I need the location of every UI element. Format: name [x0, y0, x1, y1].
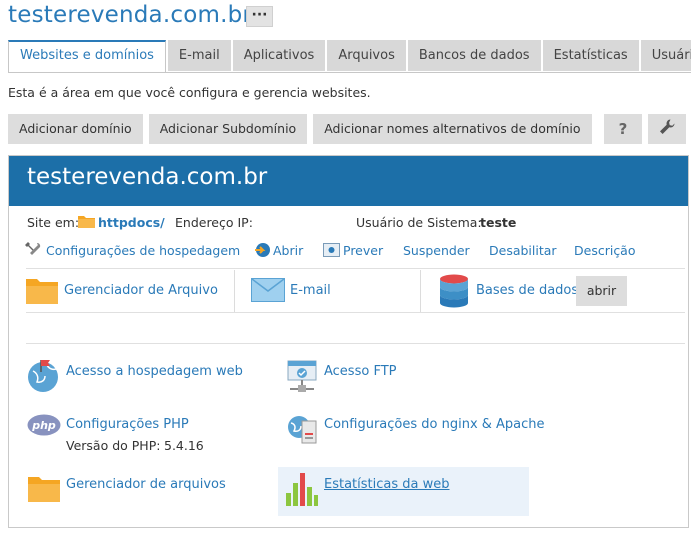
page-title: testerevenda.com.br — [8, 2, 253, 28]
nginx-apache-settings-link[interactable]: Configurações do nginx & Apache — [324, 417, 545, 432]
folder-icon — [78, 216, 95, 228]
database-icon — [440, 274, 468, 308]
tab-files[interactable]: Arquivos — [327, 40, 406, 71]
hosting-settings-link[interactable]: Configurações de hospedagem — [46, 243, 240, 258]
add-subdomain-button[interactable]: Adicionar Subdomínio — [148, 114, 308, 144]
web-hosting-globe-icon — [28, 360, 58, 392]
system-user-label: Usuário de Sistema: — [356, 215, 482, 230]
divider — [26, 312, 685, 313]
system-user-value: teste — [480, 215, 517, 230]
add-domain-aliases-button[interactable]: Adicionar nomes alternativos de domínio — [313, 114, 592, 144]
tab-email[interactable]: E-mail — [167, 40, 231, 71]
email-envelope-icon — [251, 278, 285, 302]
file-manager-link[interactable]: Gerenciador de Arquivo — [64, 283, 218, 298]
databases-link[interactable]: Bases de dados — [476, 283, 578, 298]
ip-label: Endereço IP: — [175, 215, 253, 230]
preview-icon — [323, 243, 340, 257]
divider — [26, 343, 685, 344]
suspend-link[interactable]: Suspender — [403, 243, 470, 258]
ftp-access-link[interactable]: Acesso FTP — [324, 364, 396, 379]
main-tabs: Websites e domínios E-mail Aplicativos A… — [8, 40, 691, 73]
tab-websites-domains[interactable]: Websites e domínios — [8, 40, 166, 73]
wrench-icon — [660, 119, 675, 134]
tab-users[interactable]: Usuários — [640, 40, 691, 71]
hosting-settings-icon — [25, 242, 41, 255]
php-version-value: 5.4.16 — [164, 438, 204, 453]
site-folder-link[interactable]: httpdocs/ — [98, 215, 165, 230]
tab-statistics[interactable]: Estatísticas — [542, 40, 639, 71]
description-link[interactable]: Descrição — [574, 243, 636, 258]
php-icon: php — [27, 414, 61, 436]
web-statistics-chart-icon — [286, 473, 318, 506]
area-description: Esta é a área em que você configura e ge… — [8, 85, 371, 100]
tab-databases[interactable]: Bancos de dados — [407, 40, 541, 71]
divider — [26, 268, 685, 269]
web-hosting-access-link[interactable]: Acesso a hospedagem web — [66, 364, 243, 379]
preview-link[interactable]: Prever — [343, 243, 383, 258]
php-settings-link[interactable]: Configurações PHP — [66, 417, 189, 432]
file-manager-link-2[interactable]: Gerenciador de arquivos — [66, 477, 226, 492]
tools-button[interactable] — [648, 114, 686, 144]
divider — [420, 270, 421, 312]
action-bar: Adicionar domínio Adicionar Subdomínio A… — [8, 114, 598, 144]
file-manager-folder-icon — [26, 279, 58, 304]
site-label: Site em: — [27, 215, 80, 230]
help-button[interactable]: ? — [604, 114, 642, 144]
ftp-access-icon — [287, 360, 317, 392]
nginx-apache-settings-icon — [288, 416, 317, 444]
open-icon — [255, 243, 270, 257]
add-domain-button[interactable]: Adicionar domínio — [8, 114, 143, 144]
open-databases-button[interactable]: abrir — [576, 276, 627, 306]
tabs-divider — [8, 72, 691, 73]
php-version-label: Versão do PHP: — [66, 438, 161, 453]
tab-applications[interactable]: Aplicativos — [232, 40, 326, 71]
divider — [234, 270, 235, 312]
email-link[interactable]: E-mail — [290, 283, 331, 298]
open-link[interactable]: Abrir — [273, 243, 303, 258]
more-button[interactable]: ··· — [246, 6, 273, 27]
disable-link[interactable]: Desabilitar — [489, 243, 557, 258]
file-manager-folder-icon — [28, 477, 60, 502]
web-statistics-link[interactable]: Estatísticas da web — [324, 477, 450, 492]
svg-text:php: php — [31, 419, 56, 432]
domain-name: testerevenda.com.br — [27, 164, 268, 190]
